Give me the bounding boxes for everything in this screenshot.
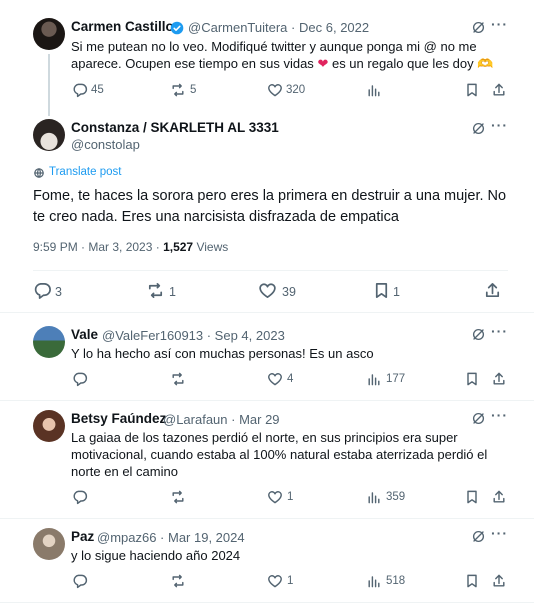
share-icon[interactable] (491, 489, 507, 505)
author-handle[interactable]: @CarmenTuitera · Dec 6, 2022 (188, 20, 369, 35)
like-icon[interactable] (267, 489, 283, 505)
divider (0, 312, 534, 313)
author-handle[interactable]: @mpaz66 · Mar 19, 2024 (97, 530, 245, 545)
reply-icon[interactable] (72, 573, 88, 589)
bookmark-icon[interactable] (464, 371, 480, 387)
reply-icon[interactable] (72, 82, 88, 98)
repost-count: 5 (190, 84, 197, 96)
views-count: 1,527 (163, 240, 194, 254)
bookmark-icon[interactable] (464, 82, 480, 98)
grok-icon[interactable] (471, 529, 486, 544)
reply-icon[interactable] (33, 281, 52, 300)
like-icon[interactable] (267, 573, 283, 589)
grok-icon[interactable] (471, 411, 486, 426)
views-icon[interactable] (366, 82, 382, 98)
repost-icon[interactable] (170, 573, 186, 589)
author-name[interactable]: Paz (71, 529, 94, 544)
repost-icon[interactable] (170, 371, 186, 387)
avatar-paz[interactable] (33, 528, 65, 560)
like-icon[interactable] (267, 371, 283, 387)
translate-icon (34, 168, 44, 178)
repost-icon[interactable] (146, 281, 165, 300)
repost-icon[interactable] (170, 82, 186, 98)
views-count: 177 (386, 373, 406, 385)
repost-count: 1 (169, 285, 176, 299)
more-options-icon[interactable]: ··· (491, 525, 508, 541)
bookmark-icon[interactable] (372, 281, 391, 300)
author-name[interactable]: Betsy Faúndez (71, 411, 166, 426)
like-count: 1 (287, 575, 294, 587)
repost-icon[interactable] (170, 489, 186, 505)
like-count: 320 (286, 84, 306, 96)
verified-badge-icon (170, 21, 184, 35)
grok-icon[interactable] (471, 121, 486, 136)
author-name[interactable]: Vale (71, 327, 98, 342)
more-options-icon[interactable]: ··· (491, 323, 508, 339)
share-icon[interactable] (491, 573, 507, 589)
avatar-carmen[interactable] (33, 18, 65, 50)
reply-text: Y lo ha hecho así con muchas personas! E… (71, 346, 374, 361)
avatar-vale[interactable] (33, 326, 65, 358)
tweet-text: Si me putean no lo veo. Modifiqué twitte… (71, 39, 494, 71)
like-icon[interactable] (258, 281, 277, 300)
reply-count: 45 (91, 84, 104, 96)
author-handle[interactable]: @Larafaun · Mar 29 (163, 412, 280, 427)
like-count: 1 (287, 491, 294, 503)
heart-emoji: ❤ (317, 56, 329, 71)
reply-text: y lo sigue haciendo año 2024 (71, 548, 241, 563)
like-count: 4 (287, 373, 294, 385)
author-handle[interactable]: @constolap (71, 137, 140, 152)
views-icon[interactable] (366, 371, 382, 387)
share-icon[interactable] (483, 281, 502, 300)
share-icon[interactable] (491, 82, 507, 98)
views-count: 518 (386, 575, 406, 587)
reply-icon[interactable] (72, 489, 88, 505)
avatar-betsy[interactable] (33, 410, 65, 442)
bookmark-count: 1 (393, 285, 400, 299)
divider (0, 518, 534, 519)
main-tweet-text: Fome, te haces la sorora pero eres la pr… (33, 188, 507, 225)
like-count: 39 (282, 285, 296, 299)
more-options-icon[interactable]: ··· (491, 117, 508, 133)
bookmark-icon[interactable] (464, 573, 480, 589)
share-icon[interactable] (491, 371, 507, 387)
reply-count: 3 (55, 285, 62, 299)
reply-text: La gaiaa de los tazones perdió el norte,… (71, 430, 488, 479)
more-options-icon[interactable]: ··· (491, 407, 508, 423)
divider (0, 400, 534, 401)
like-icon[interactable] (267, 82, 283, 98)
thread-line (48, 54, 50, 116)
author-name[interactable]: Carmen Castillo (71, 19, 174, 34)
avatar-constanza[interactable] (33, 119, 65, 151)
divider (0, 602, 534, 603)
reply-icon[interactable] (72, 371, 88, 387)
divider (33, 270, 508, 271)
grok-icon[interactable] (471, 20, 486, 35)
heart-hands-emoji: 🫶 (477, 56, 494, 71)
tweet-timestamp[interactable]: 9:59 PM · Mar 3, 2023 · 1,527 Views (33, 240, 228, 254)
author-handle[interactable]: @ValeFer160913 · Sep 4, 2023 (102, 328, 285, 343)
views-icon[interactable] (366, 573, 382, 589)
views-icon[interactable] (366, 489, 382, 505)
author-name[interactable]: Constanza / SKARLETH AL 3331 (71, 120, 279, 135)
grok-icon[interactable] (471, 327, 486, 342)
bookmark-icon[interactable] (464, 489, 480, 505)
translate-post-link[interactable]: Translate post (49, 166, 121, 178)
more-options-icon[interactable]: ··· (491, 16, 508, 32)
views-count: 359 (386, 491, 406, 503)
